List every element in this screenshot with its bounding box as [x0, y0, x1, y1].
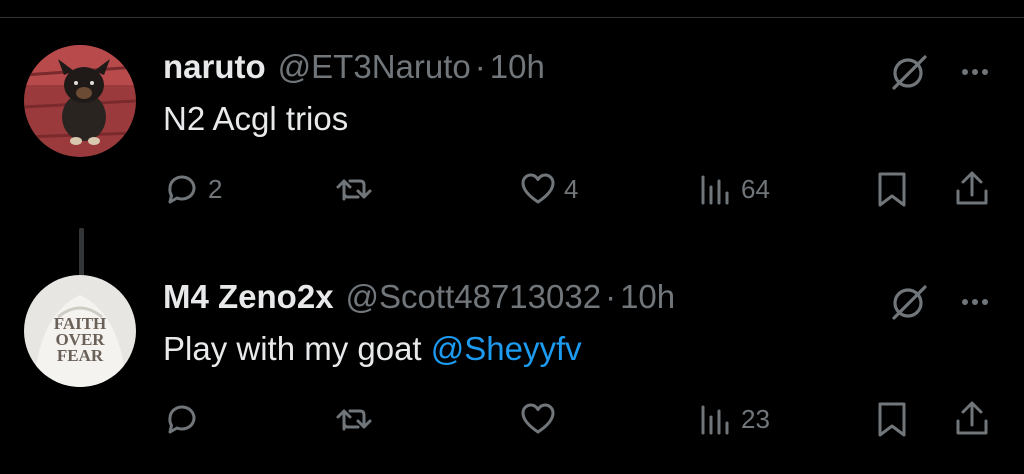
like-count: 4 — [564, 173, 579, 204]
views-button[interactable]: 64 — [695, 167, 770, 211]
avatar[interactable]: FAITH OVER FEAR — [24, 275, 136, 387]
separator-dot: · — [605, 278, 617, 315]
retweet-button[interactable] — [334, 397, 380, 441]
tweet-actions: 2 4 64 — [0, 167, 1024, 211]
reply-icon — [168, 175, 196, 204]
timestamp[interactable]: 10h — [490, 48, 545, 86]
tweet-header: naruto @ET3Naruto · 10h — [163, 48, 545, 90]
share-button[interactable] — [952, 397, 992, 441]
tweet-header: M4 Zeno2x @Scott48713032 · 10h — [163, 278, 675, 320]
separator-dot: · — [474, 48, 486, 85]
display-name[interactable]: M4 Zeno2x — [163, 278, 334, 316]
avatar-text-line: FEAR — [57, 346, 104, 365]
tweet-actions: 23 — [0, 397, 1024, 441]
grok-icon[interactable] — [888, 281, 930, 323]
bookmark-icon — [878, 172, 906, 207]
user-handle[interactable]: @Scott48713032 — [346, 278, 602, 316]
tweet[interactable]: FAITH OVER FEAR M4 Zeno2x @Scott48713032… — [0, 275, 1024, 465]
tweet-text: Play with my goat @Sheyyfv — [163, 330, 582, 368]
views-icon — [701, 175, 729, 205]
view-count: 64 — [741, 173, 770, 204]
like-button[interactable]: 4 — [518, 167, 578, 211]
avatar-image: FAITH OVER FEAR — [24, 275, 136, 387]
reply-count: 2 — [208, 173, 223, 204]
avatar-image — [24, 45, 136, 157]
share-icon — [956, 401, 988, 435]
retweet-button[interactable] — [334, 167, 380, 211]
reply-button[interactable] — [162, 397, 208, 441]
grok-icon[interactable] — [888, 51, 930, 93]
retweet-icon — [336, 409, 372, 431]
tweet[interactable]: naruto @ET3Naruto · 10h N2 Acgl trios 2 — [0, 45, 1024, 308]
more-icon[interactable] — [954, 281, 996, 323]
tweet-text: N2 Acgl trios — [163, 100, 348, 138]
bookmark-button[interactable] — [872, 397, 912, 441]
like-button[interactable] — [518, 397, 564, 441]
timestamp[interactable]: 10h — [620, 278, 675, 316]
reply-icon — [168, 405, 196, 434]
share-icon — [956, 171, 988, 205]
like-icon — [521, 403, 555, 434]
mention-link[interactable]: @Sheyyfv — [431, 330, 582, 367]
bookmark-icon — [878, 402, 906, 437]
user-handle[interactable]: @ET3Naruto — [278, 48, 471, 86]
tweet-text-body: N2 Acgl trios — [163, 100, 349, 137]
like-icon — [521, 173, 555, 204]
display-name[interactable]: naruto — [163, 48, 266, 86]
avatar[interactable] — [24, 45, 136, 157]
retweet-icon — [336, 179, 372, 201]
views-button[interactable]: 23 — [695, 397, 770, 441]
tweet-text-body: Play with my goat — [163, 330, 431, 367]
top-divider — [0, 17, 1024, 18]
share-button[interactable] — [952, 167, 992, 211]
bookmark-button[interactable] — [872, 167, 912, 211]
more-icon[interactable] — [954, 51, 996, 93]
view-count: 23 — [741, 403, 770, 434]
views-icon — [701, 405, 729, 435]
reply-button[interactable]: 2 — [162, 167, 222, 211]
